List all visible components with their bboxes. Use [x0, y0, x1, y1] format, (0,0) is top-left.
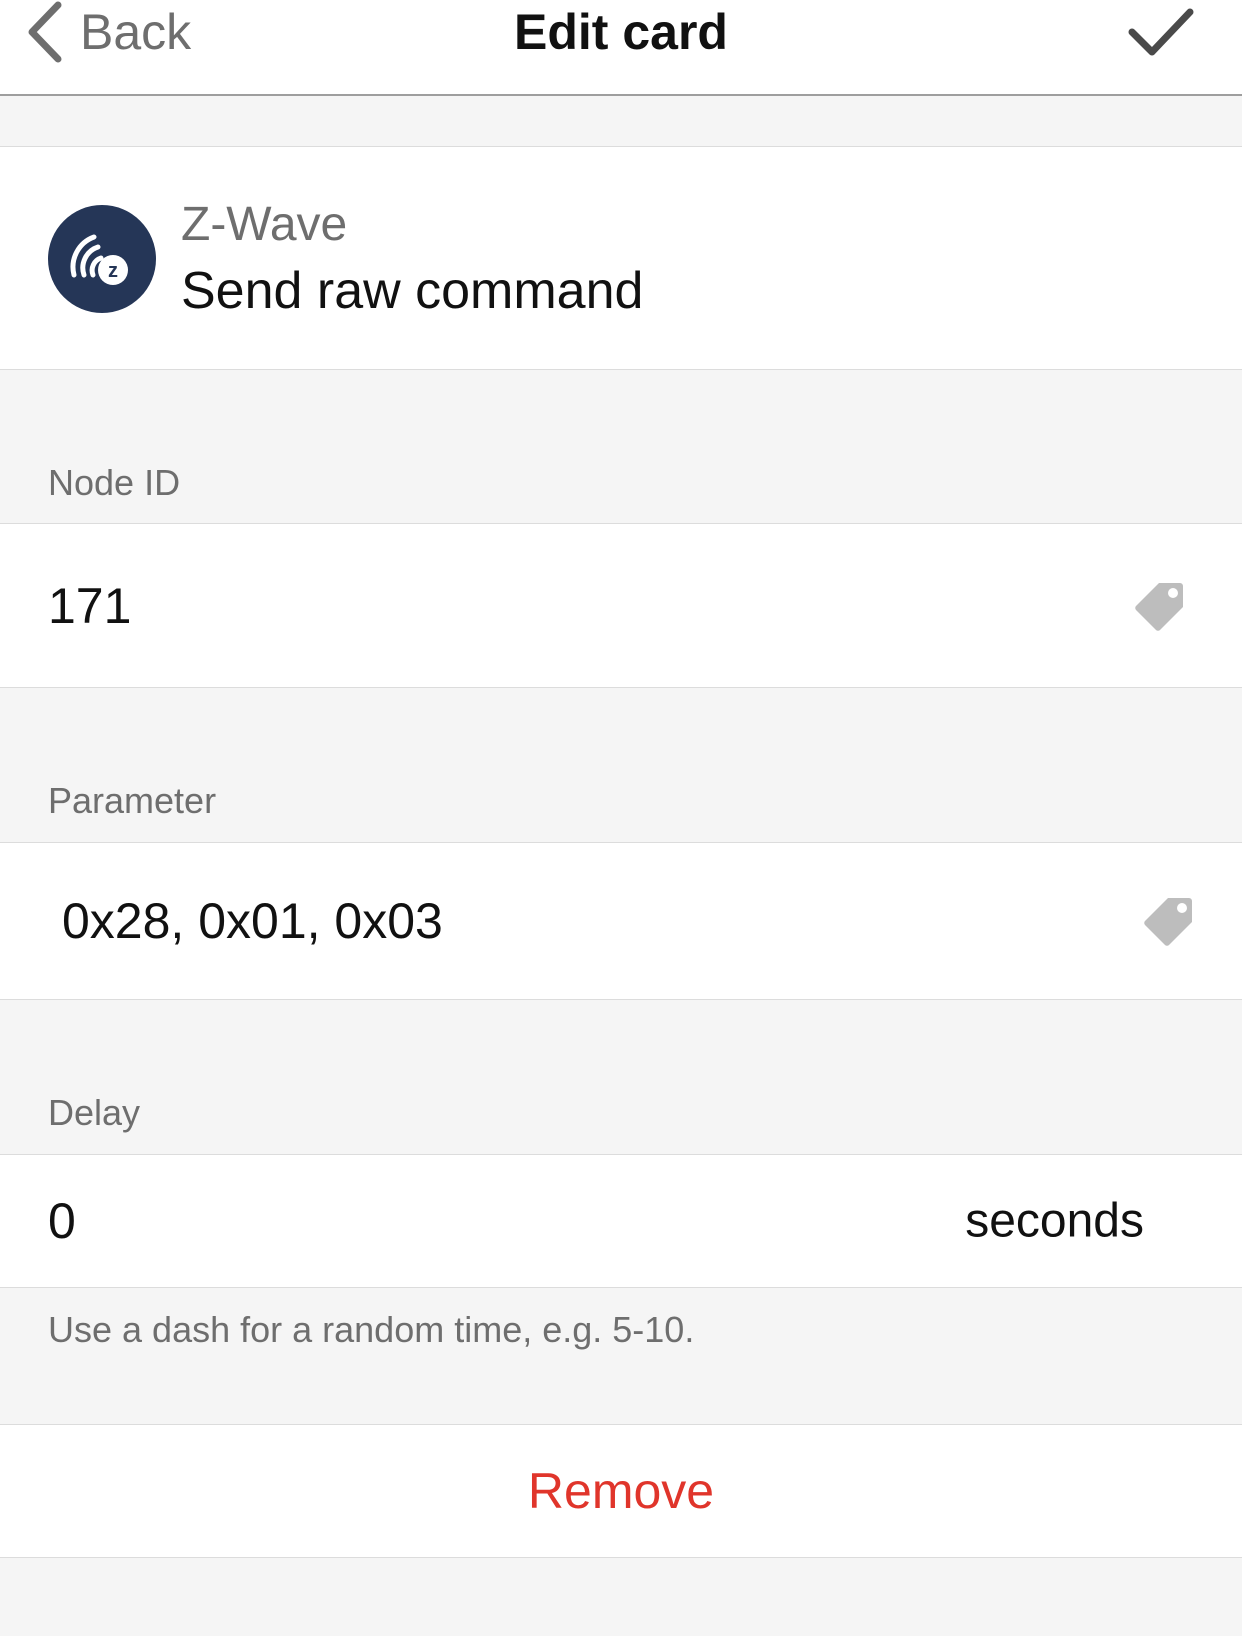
parameter-value[interactable]: 0x28, 0x01, 0x03 — [62, 892, 443, 950]
delay-field[interactable]: 0 seconds — [0, 1154, 1242, 1288]
navigation-bar: Back Edit card — [0, 0, 1242, 96]
remove-button[interactable]: Remove — [0, 1424, 1242, 1558]
delay-value[interactable]: 0 — [48, 1192, 76, 1250]
delay-unit: seconds — [965, 1194, 1144, 1248]
remove-label: Remove — [527, 1463, 715, 1519]
card-header: z Z-Wave Send raw command — [0, 146, 1242, 370]
delay-hint: Use a dash for a random time, e.g. 5-10. — [48, 1309, 695, 1350]
parameter-label: Parameter — [48, 780, 217, 821]
node-id-label: Node ID — [48, 462, 181, 503]
done-button[interactable] — [1128, 6, 1194, 63]
app-name: Z-Wave — [181, 198, 348, 251]
tag-icon[interactable] — [1132, 579, 1186, 633]
zwave-logo-icon: z — [48, 205, 156, 313]
node-id-value[interactable]: 171 — [48, 577, 131, 635]
tag-icon[interactable] — [1141, 894, 1195, 948]
checkmark-icon — [1128, 8, 1194, 56]
parameter-field[interactable]: 0x28, 0x01, 0x03 — [0, 842, 1242, 1000]
node-id-field[interactable]: 171 — [0, 523, 1242, 688]
delay-label: Delay — [48, 1092, 141, 1133]
svg-text:z: z — [108, 260, 118, 282]
card-title: Send raw command — [181, 262, 644, 320]
page-title: Edit card — [514, 4, 728, 60]
